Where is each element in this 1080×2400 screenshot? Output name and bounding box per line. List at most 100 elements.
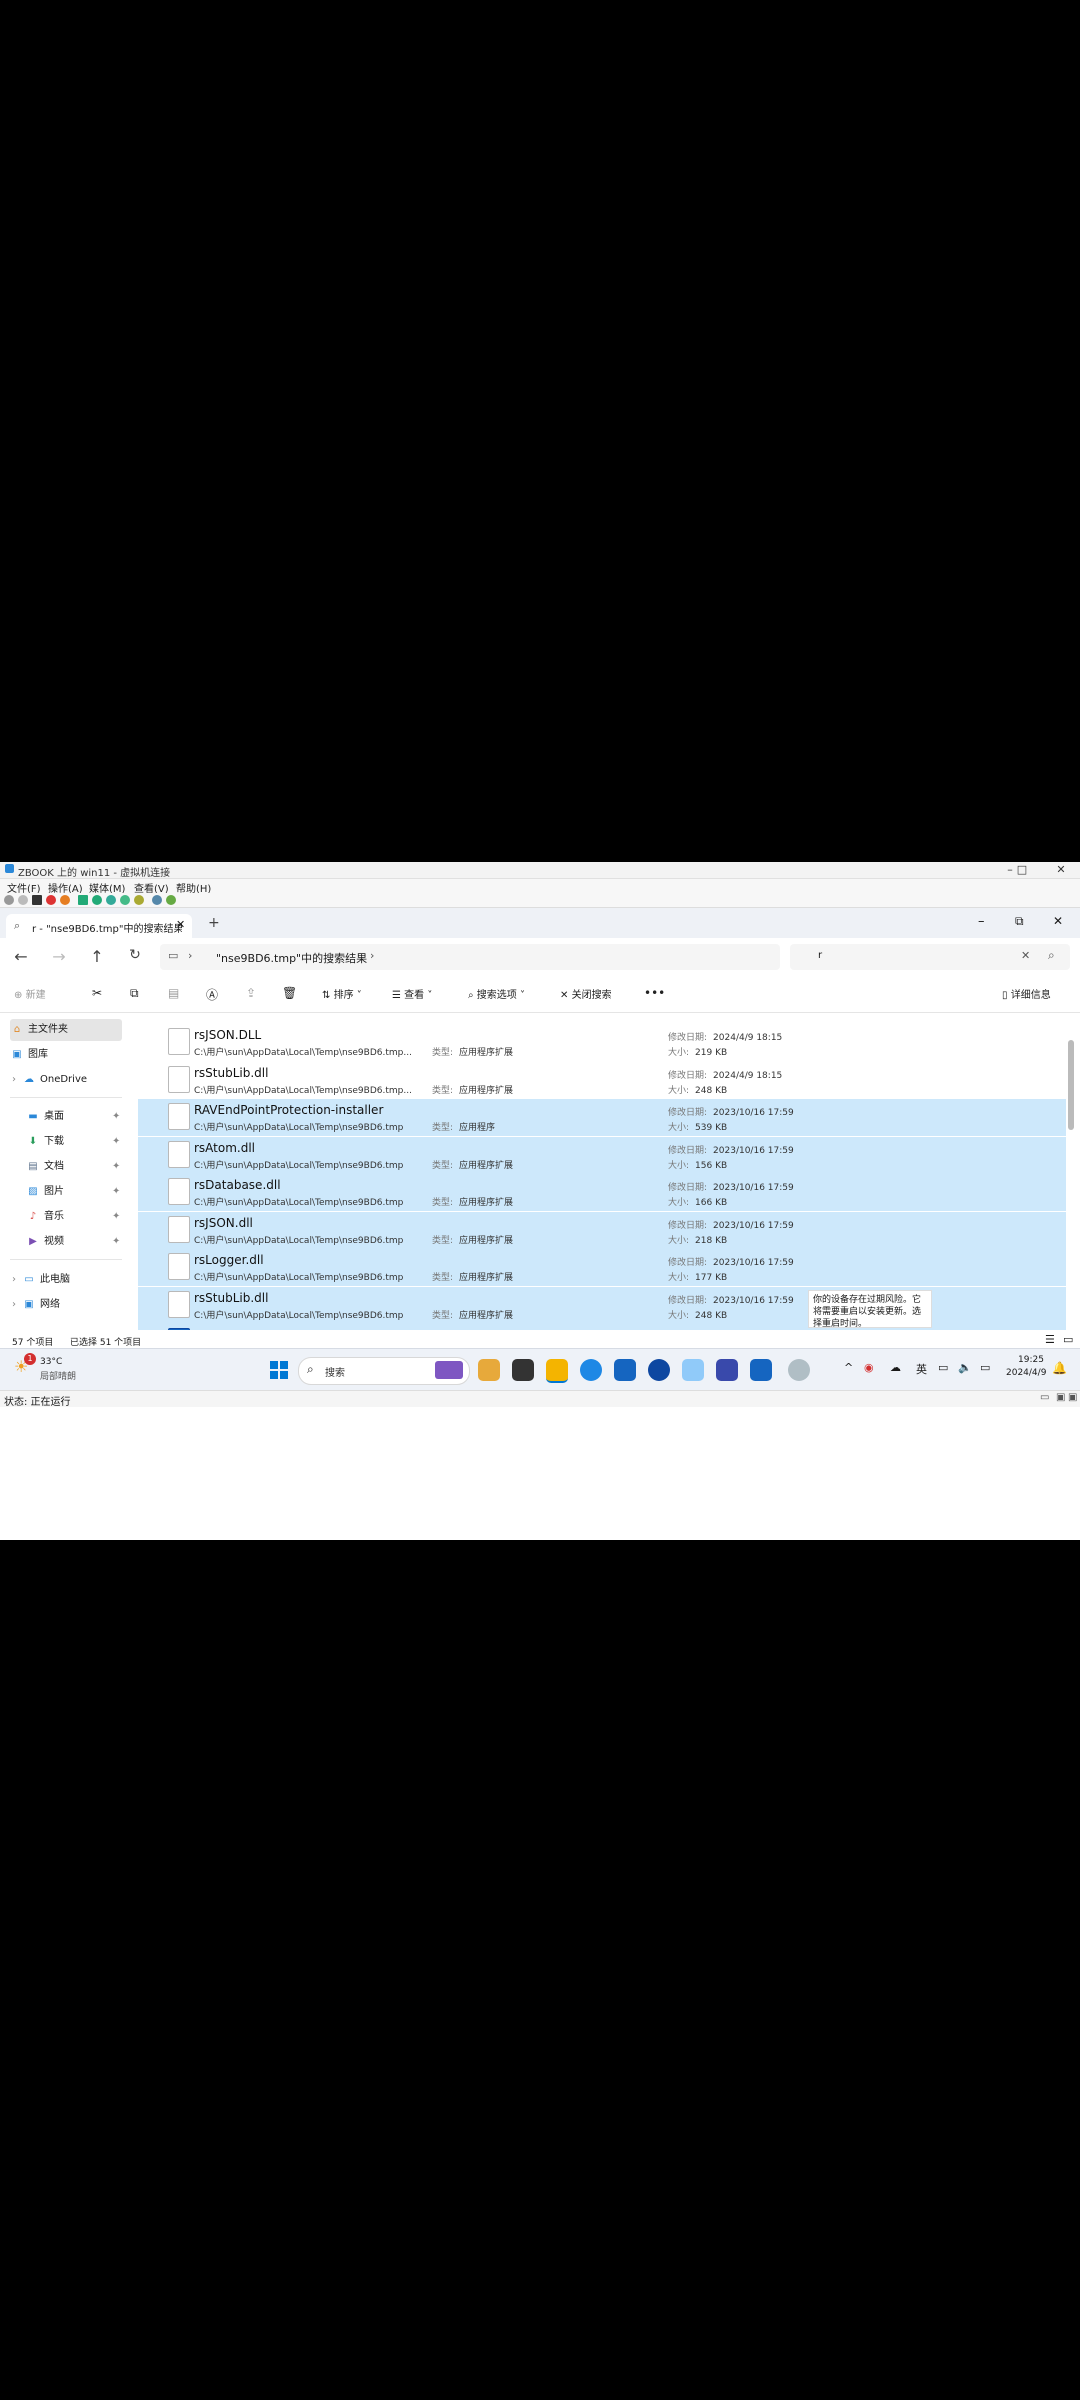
- maximize-button[interactable]: ⧉: [1015, 914, 1024, 929]
- sidebar-item-desktop[interactable]: ▬ 桌面 ✦: [26, 1106, 138, 1128]
- resume-icon[interactable]: [92, 895, 102, 905]
- sidebar-item-gallery[interactable]: ▣ 图库: [10, 1044, 122, 1066]
- expand-chevron-icon[interactable]: ›: [10, 1269, 18, 1291]
- tray-cloud-icon[interactable]: ☁: [890, 1361, 901, 1374]
- sidebar-item-music[interactable]: ♪ 音乐 ✦: [26, 1206, 138, 1228]
- start-button[interactable]: [268, 1359, 290, 1381]
- forward-button[interactable]: →: [48, 947, 70, 966]
- battery-icon[interactable]: ▭: [980, 1361, 990, 1374]
- sidebar-item-downloads[interactable]: ⬇ 下载 ✦: [26, 1131, 138, 1153]
- pin-icon[interactable]: ✦: [112, 1131, 120, 1153]
- revert-icon[interactable]: [134, 895, 144, 905]
- pin-icon[interactable]: ✦: [112, 1181, 120, 1203]
- input-method[interactable]: 英: [916, 1361, 927, 1377]
- refresh-button[interactable]: ↻: [124, 947, 146, 963]
- tab-search-results[interactable]: ⌕ r - "nse9BD6.tmp"中的搜索结果 ✕: [6, 914, 192, 938]
- pin-icon[interactable]: ✦: [112, 1156, 120, 1178]
- clock-date[interactable]: 2024/4/9: [1006, 1368, 1046, 1378]
- file-row[interactable]: rsAtom.dll C:\用户\sun\AppData\Local\Temp\n…: [138, 1136, 1066, 1175]
- delete-icon[interactable]: 🗑: [282, 986, 297, 1000]
- pause-icon[interactable]: [78, 895, 88, 905]
- file-row[interactable]: RAVEndPointProtection-installer C:\用户\sun…: [138, 1099, 1066, 1137]
- paste-icon[interactable]: ▤: [168, 986, 179, 1000]
- clock-time[interactable]: 19:25: [1018, 1355, 1044, 1365]
- rename-icon[interactable]: Ⓐ: [206, 986, 218, 1003]
- pin-icon[interactable]: ✦: [112, 1106, 120, 1128]
- tray-overflow-icon[interactable]: ^: [844, 1361, 853, 1374]
- edge-icon[interactable]: [580, 1359, 602, 1381]
- photos-icon[interactable]: [682, 1359, 704, 1381]
- expand-chevron-icon[interactable]: ›: [10, 1294, 18, 1316]
- view-button[interactable]: ☰ 查看 ˅: [392, 986, 432, 1001]
- breadcrumb[interactable]: "nse9BD6.tmp"中的搜索结果: [216, 950, 367, 966]
- ctrl-alt-del-icon[interactable]: [4, 895, 14, 905]
- copilot-icon[interactable]: [478, 1359, 500, 1381]
- more-options-icon[interactable]: •••: [644, 986, 665, 1000]
- cut-icon[interactable]: ✂: [92, 986, 102, 1000]
- search-icon[interactable]: ⌕: [1048, 948, 1055, 963]
- sidebar-item-pictures[interactable]: ▨ 图片 ✦: [26, 1181, 138, 1203]
- notification-bell-icon[interactable]: 🔔: [1052, 1361, 1067, 1375]
- rav-app-icon[interactable]: [788, 1359, 810, 1381]
- store-icon[interactable]: [614, 1359, 636, 1381]
- vertical-scrollbar[interactable]: [1068, 1040, 1074, 1130]
- explorer-tabbar: ⌕ r - "nse9BD6.tmp"中的搜索结果 ✕ + – ⧉ ✕: [0, 908, 1080, 938]
- share-icon[interactable]: [166, 895, 176, 905]
- task-view-icon[interactable]: [512, 1359, 534, 1381]
- sidebar-divider: [10, 1097, 122, 1098]
- file-row[interactable]: rsLogger.dll C:\用户\sun\AppData\Local\Temp…: [138, 1249, 1066, 1287]
- start-icon[interactable]: [18, 895, 28, 905]
- tiles-view-icon[interactable]: ▭: [1063, 1333, 1073, 1346]
- share-icon[interactable]: ⇪: [246, 986, 256, 1000]
- details-view-icon[interactable]: ☰: [1045, 1333, 1055, 1346]
- vm-maximize-button[interactable]: □: [1012, 863, 1032, 876]
- save-state-icon[interactable]: [60, 895, 70, 905]
- sidebar-item-network[interactable]: › ▣ 网络: [10, 1294, 122, 1316]
- close-search-button[interactable]: ✕ 关闭搜索: [560, 986, 612, 1001]
- pin-icon[interactable]: ✦: [112, 1206, 120, 1228]
- file-row[interactable]: rsStubLib.dll C:\用户\sun\AppData\Local\Tem…: [138, 1062, 1066, 1100]
- address-bar[interactable]: ▭ › "nse9BD6.tmp"中的搜索结果 ›: [160, 944, 780, 970]
- file-row[interactable]: rsJSON.DLL C:\用户\sun\AppData\Local\Temp\n…: [138, 1024, 1066, 1062]
- taskbar-search[interactable]: ⌕ 搜索: [298, 1357, 470, 1385]
- pin-icon[interactable]: ✦: [112, 1231, 120, 1253]
- tray-app-icon[interactable]: ◉: [864, 1361, 874, 1374]
- network-icon[interactable]: ▭: [938, 1361, 948, 1374]
- new-tab-button[interactable]: +: [208, 915, 220, 931]
- sidebar-item-onedrive[interactable]: › ☁ OneDrive: [10, 1069, 122, 1091]
- up-button[interactable]: ↑: [86, 947, 108, 966]
- sidebar-item-documents[interactable]: ▤ 文档 ✦: [26, 1156, 138, 1178]
- file-explorer-icon[interactable]: [546, 1359, 568, 1383]
- new-button[interactable]: ⊕ 新建: [14, 986, 46, 1001]
- shutdown-icon[interactable]: [46, 895, 56, 905]
- back-button[interactable]: ←: [10, 947, 32, 966]
- tab-close-icon[interactable]: ✕: [176, 918, 185, 931]
- breadcrumb-chevron-icon[interactable]: ›: [370, 949, 374, 962]
- sidebar-item-home[interactable]: ⌂ 主文件夹: [10, 1019, 122, 1041]
- file-row[interactable]: rsJSON.dll C:\用户\sun\AppData\Local\Temp\n…: [138, 1211, 1066, 1250]
- file-row[interactable]: rsDatabase.dll C:\用户\sun\AppData\Local\Te…: [138, 1174, 1066, 1212]
- minimize-button[interactable]: –: [978, 914, 985, 929]
- volume-icon[interactable]: 🔈: [958, 1361, 972, 1374]
- close-button[interactable]: ✕: [1053, 914, 1063, 928]
- checkpoint-icon[interactable]: [120, 895, 130, 905]
- expand-chevron-icon[interactable]: ›: [10, 1069, 18, 1091]
- copy-icon[interactable]: ⧉: [130, 986, 139, 1001]
- clear-search-icon[interactable]: ✕: [1021, 949, 1030, 962]
- details-button[interactable]: ▯ 详细信息: [1002, 986, 1051, 1001]
- sort-button[interactable]: ⇅ 排序 ˅: [322, 986, 362, 1001]
- app-icon[interactable]: [716, 1359, 738, 1381]
- enhanced-session-icon[interactable]: [152, 895, 162, 905]
- sidebar-item-videos[interactable]: ▶ 视频 ✦: [26, 1231, 138, 1253]
- weather-widget[interactable]: ☀ 1: [14, 1353, 36, 1377]
- search-box[interactable]: r ✕ ⌕: [790, 944, 1070, 970]
- reset-icon[interactable]: [106, 895, 116, 905]
- search-input[interactable]: r: [818, 950, 822, 961]
- update-notification[interactable]: 你的设备存在过期风险。它将需要重启以安装更新。选择重启时间。: [808, 1290, 932, 1329]
- security-shield-icon[interactable]: [750, 1359, 772, 1381]
- turn-off-icon[interactable]: [32, 895, 42, 905]
- app-icon[interactable]: [648, 1359, 670, 1381]
- sidebar-item-this-pc[interactable]: › ▭ 此电脑: [10, 1269, 122, 1291]
- vm-close-button[interactable]: ✕: [1051, 863, 1071, 876]
- search-options-button[interactable]: ⌕ 搜索选项 ˅: [468, 986, 525, 1001]
